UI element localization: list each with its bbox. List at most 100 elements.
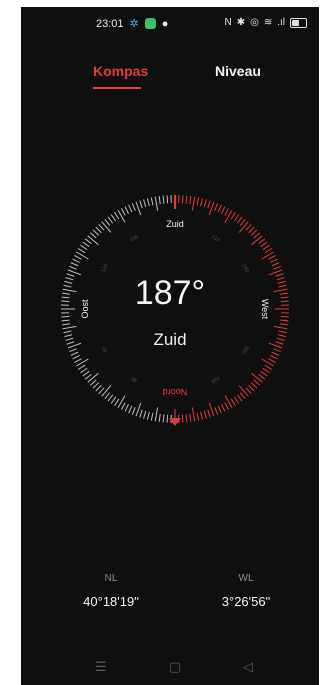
home-icon[interactable]: ▢ xyxy=(160,659,190,675)
compass-tick xyxy=(233,214,240,222)
signal-icon: .ıl xyxy=(277,17,285,28)
compass-tick xyxy=(185,414,188,423)
compass-tick xyxy=(260,370,268,377)
longitude-value: 3°26'56" xyxy=(221,594,271,609)
compass-tick xyxy=(154,196,159,211)
compass-tick xyxy=(214,407,219,415)
compass-tick xyxy=(150,197,154,206)
compass-tick xyxy=(233,396,240,404)
compass-tick xyxy=(230,398,236,406)
compass-tick xyxy=(238,221,249,233)
nfc-icon: N xyxy=(224,17,232,28)
compass-tick xyxy=(189,413,192,422)
compass-tick xyxy=(264,364,272,370)
compass-tick xyxy=(248,384,255,392)
compass-tick xyxy=(70,262,79,267)
compass-tick xyxy=(203,410,207,419)
compass-tick xyxy=(217,405,222,414)
compass-tick xyxy=(260,241,268,248)
cardinal-bottom-label: Noord xyxy=(163,387,188,397)
compass-tick xyxy=(258,238,266,245)
tab-kompas[interactable]: Kompas xyxy=(93,63,148,79)
compass-tick xyxy=(207,409,211,418)
compass-tick xyxy=(82,370,90,377)
compass-tick xyxy=(104,218,111,226)
compass-tick xyxy=(238,385,249,397)
compass-tick xyxy=(139,200,143,209)
menu-icon[interactable]: ☰ xyxy=(86,659,116,675)
compass-ring-number: 30 xyxy=(130,375,138,383)
compass-tick xyxy=(196,197,200,206)
compass-tick xyxy=(203,199,207,208)
compass-tick xyxy=(84,373,92,380)
compass-tick xyxy=(264,248,272,254)
latitude-value: 40°18'19" xyxy=(83,594,139,609)
compass-tick xyxy=(74,358,82,363)
compass-tick xyxy=(181,414,184,423)
compass-tick xyxy=(62,323,71,326)
compass-tick xyxy=(104,392,111,400)
compass-tick xyxy=(166,195,169,204)
compass-tick xyxy=(69,265,77,270)
back-icon[interactable]: ◁ xyxy=(233,659,263,675)
compass-tick xyxy=(101,385,112,397)
compass-tick xyxy=(107,394,114,402)
compass-tick xyxy=(158,196,161,205)
compass-tick xyxy=(262,244,270,251)
battery-icon xyxy=(290,17,307,28)
compass-tick xyxy=(162,414,165,423)
compass-ring-number: 120 xyxy=(100,263,109,273)
compass-tick xyxy=(114,212,120,220)
compass-tick xyxy=(146,198,150,207)
compass-tick xyxy=(245,223,252,231)
bluetooth-icon: ✱ xyxy=(236,17,246,28)
status-time: 23:01 xyxy=(96,17,124,30)
compass-tick xyxy=(139,409,143,418)
compass-tick xyxy=(74,255,82,260)
compass-tick xyxy=(224,402,229,410)
compass-tick xyxy=(95,384,102,392)
compass-tick xyxy=(207,200,211,209)
compass-tick xyxy=(121,402,126,410)
compass-tick xyxy=(217,204,222,213)
compass-tick xyxy=(101,221,112,233)
compass-tick xyxy=(124,404,129,412)
compass-tick xyxy=(72,258,80,263)
compass-tick xyxy=(72,355,80,360)
compass-tick xyxy=(271,262,280,267)
compass-tick xyxy=(270,258,278,263)
compass-tick xyxy=(262,367,270,374)
gear-icon: ✲ xyxy=(129,18,139,30)
compass-tick xyxy=(61,315,70,318)
compass-tick xyxy=(98,387,105,395)
compass-tick xyxy=(236,394,243,402)
compass-tick xyxy=(114,398,120,406)
compass-tick xyxy=(124,206,129,214)
compass-tick xyxy=(258,373,266,380)
compass-tick xyxy=(92,229,100,236)
heading-direction: Zuid xyxy=(153,330,187,349)
tab-niveau[interactable]: Niveau xyxy=(215,63,261,79)
compass-tick xyxy=(224,208,229,216)
compass-tick xyxy=(268,358,276,363)
compass-tick xyxy=(98,223,105,231)
compass-tick xyxy=(189,196,192,205)
compass-tick xyxy=(128,405,133,414)
latitude-label: NL xyxy=(104,573,118,584)
latitude-block: NL 40°18'19" xyxy=(71,573,151,609)
compass-tick xyxy=(191,196,196,211)
compass-tick xyxy=(89,232,97,239)
compass-tick xyxy=(166,414,169,423)
compass-tick xyxy=(236,216,243,224)
compass-tick xyxy=(110,214,117,222)
compass-tick xyxy=(185,195,188,204)
compass-tick xyxy=(221,404,226,412)
compass-tick xyxy=(131,203,136,211)
alarm-icon: ◎ xyxy=(250,17,259,28)
compass-tick xyxy=(248,226,255,234)
compass-tick xyxy=(251,372,263,383)
compass-tick xyxy=(273,265,281,270)
location-pin-icon: ● xyxy=(161,17,169,30)
compass-tick xyxy=(239,392,246,400)
active-tab-indicator xyxy=(93,87,141,89)
